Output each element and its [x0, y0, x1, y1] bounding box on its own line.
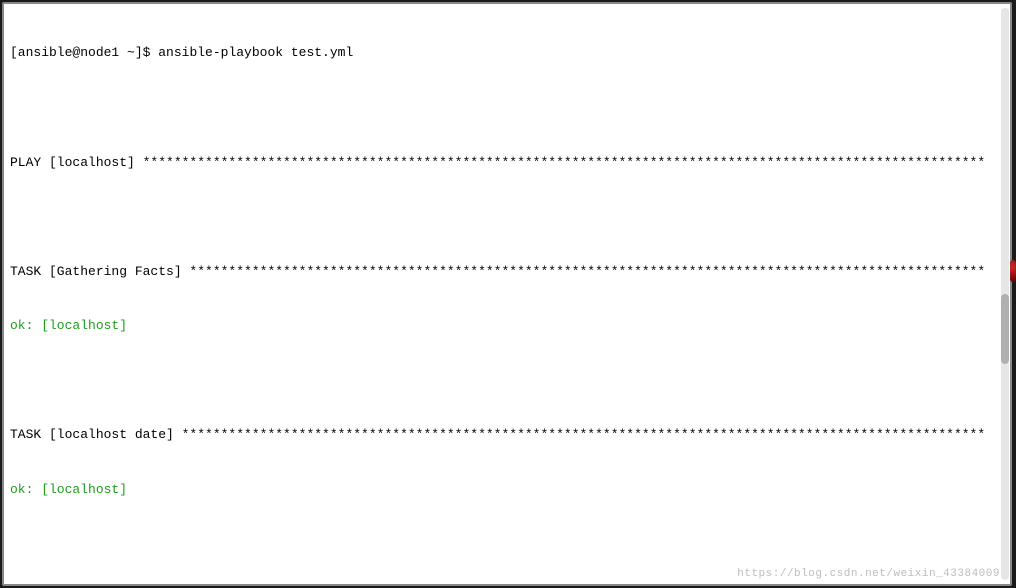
blank-line — [10, 208, 1004, 226]
vertical-scrollbar[interactable] — [1001, 8, 1009, 580]
prompt-line: [ansible@node1 ~]$ ansible-playbook test… — [10, 44, 1004, 62]
ok-localhost-1: ok: [localhost] — [10, 317, 1004, 335]
task-localhost-date: TASK [localhost date] ******************… — [10, 426, 1004, 444]
watermark-text: https://blog.csdn.net/weixin_43384009 — [737, 567, 1000, 582]
ok-localhost-2: ok: [localhost] — [10, 481, 1004, 499]
terminal-window[interactable]: [ansible@node1 ~]$ ansible-playbook test… — [2, 2, 1012, 586]
command-text: ansible-playbook test.yml — [158, 45, 353, 60]
blank-line — [10, 372, 1004, 390]
red-edge-accent — [1010, 260, 1016, 282]
blank-line — [10, 535, 1004, 553]
scrollbar-thumb[interactable] — [1001, 294, 1009, 364]
task-gathering-facts-1: TASK [Gathering Facts] *****************… — [10, 263, 1004, 281]
blank-line — [10, 99, 1004, 117]
play-header-localhost: PLAY [localhost] ***********************… — [10, 154, 1004, 172]
shell-prompt: [ansible@node1 ~]$ — [10, 45, 158, 60]
